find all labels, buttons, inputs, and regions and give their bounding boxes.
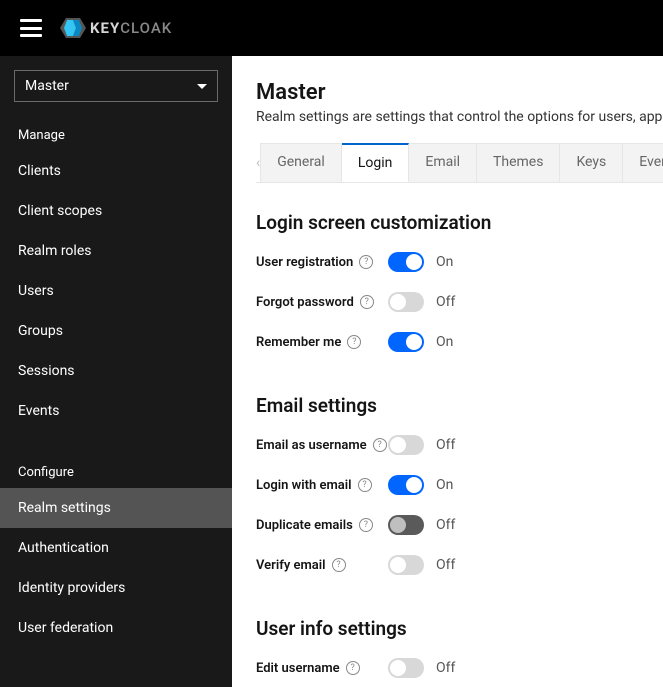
sidebar-item[interactable]: Users bbox=[0, 271, 232, 311]
toggle-switch[interactable] bbox=[388, 332, 424, 352]
toggle-state-text: Off bbox=[436, 557, 455, 573]
tabs: ‹ GeneralLoginEmailThemesKeysEvents bbox=[256, 143, 663, 183]
toggle-state-text: On bbox=[436, 334, 453, 350]
settings-row: Email as username? Off bbox=[256, 435, 655, 455]
toggle-wrap: On bbox=[388, 332, 453, 352]
toggle-switch bbox=[388, 515, 424, 535]
toggle-wrap: Off bbox=[388, 555, 455, 575]
app-root: KEYCLOAK Master ManageClientsClient scop… bbox=[0, 0, 663, 687]
settings-row: Remember me? On bbox=[256, 332, 655, 352]
settings-row-label: Forgot password? bbox=[256, 295, 388, 310]
sidebar-item[interactable]: Realm roles bbox=[0, 231, 232, 271]
section-title: User info settings bbox=[256, 617, 655, 640]
section-title: Login screen customization bbox=[256, 211, 655, 234]
sidebar-item[interactable]: User federation bbox=[0, 608, 232, 648]
brand-text: KEYCLOAK bbox=[90, 19, 172, 37]
settings-row-label: Email as username? bbox=[256, 438, 388, 453]
tab[interactable]: Email bbox=[409, 143, 477, 182]
keycloak-mark-icon bbox=[60, 17, 86, 39]
hamburger-icon[interactable] bbox=[20, 19, 42, 37]
toggle-switch[interactable] bbox=[388, 475, 424, 495]
settings-row-label: Edit username? bbox=[256, 661, 388, 676]
help-icon[interactable]: ? bbox=[347, 335, 361, 349]
tab[interactable]: Events bbox=[623, 143, 663, 182]
tab[interactable]: General bbox=[260, 143, 342, 182]
settings-section: Login screen customization User registrat… bbox=[256, 211, 655, 352]
help-icon[interactable]: ? bbox=[358, 478, 372, 492]
toggle-state-text: Off bbox=[436, 517, 455, 533]
toggle-knob bbox=[390, 557, 406, 573]
help-icon[interactable]: ? bbox=[359, 518, 373, 532]
sidebar-section-label: Manage bbox=[0, 118, 232, 151]
sidebar-item[interactable]: Groups bbox=[0, 311, 232, 351]
section-title: Email settings bbox=[256, 394, 655, 417]
topbar: KEYCLOAK bbox=[0, 0, 663, 56]
sidebar-item[interactable]: Sessions bbox=[0, 351, 232, 391]
toggle-state-text: Off bbox=[436, 660, 455, 676]
toggle-state-text: Off bbox=[436, 294, 455, 310]
toggle-knob bbox=[390, 294, 406, 310]
help-icon[interactable]: ? bbox=[332, 558, 346, 572]
brand-logo[interactable]: KEYCLOAK bbox=[60, 17, 172, 39]
toggle-knob bbox=[390, 660, 406, 676]
toggle-wrap: Off bbox=[388, 292, 455, 312]
tab-content: Login screen customization User registrat… bbox=[256, 183, 663, 678]
tab[interactable]: Login bbox=[342, 143, 410, 182]
sidebar-item[interactable]: Clients bbox=[0, 151, 232, 191]
settings-row: Edit username? Off bbox=[256, 658, 655, 678]
settings-row-label: Login with email? bbox=[256, 478, 388, 493]
sidebar-item[interactable]: Realm settings bbox=[0, 488, 232, 528]
main: Master Realm settings are settings that … bbox=[232, 56, 663, 687]
toggle-wrap: Off bbox=[388, 435, 455, 455]
sidebar-section-label: Configure bbox=[0, 455, 232, 488]
settings-row: Forgot password? Off bbox=[256, 292, 655, 312]
tab[interactable]: Themes bbox=[477, 143, 560, 182]
toggle-wrap: Off bbox=[388, 515, 455, 535]
toggle-switch[interactable] bbox=[388, 292, 424, 312]
toggle-state-text: Off bbox=[436, 437, 455, 453]
settings-row-label: Remember me? bbox=[256, 335, 388, 350]
page-title: Master bbox=[256, 80, 663, 105]
help-icon[interactable]: ? bbox=[359, 255, 373, 269]
sidebar: Master ManageClientsClient scopesRealm r… bbox=[0, 56, 232, 687]
toggle-knob bbox=[390, 517, 406, 533]
tab[interactable]: Keys bbox=[560, 143, 623, 182]
sidebar-item[interactable]: Authentication bbox=[0, 528, 232, 568]
help-icon[interactable]: ? bbox=[373, 438, 387, 452]
toggle-knob bbox=[406, 334, 422, 350]
toggle-knob bbox=[406, 477, 422, 493]
toggle-switch[interactable] bbox=[388, 252, 424, 272]
settings-row: Duplicate emails? Off bbox=[256, 515, 655, 535]
realm-selected-label: Master bbox=[25, 78, 69, 94]
toggle-state-text: On bbox=[436, 477, 453, 493]
help-icon[interactable]: ? bbox=[360, 295, 374, 309]
settings-row-label: Duplicate emails? bbox=[256, 518, 388, 533]
toggle-wrap: On bbox=[388, 252, 453, 272]
settings-row: Verify email? Off bbox=[256, 555, 655, 575]
settings-row-label: Verify email? bbox=[256, 558, 388, 573]
toggle-wrap: On bbox=[388, 475, 453, 495]
realm-selector[interactable]: Master bbox=[14, 70, 218, 102]
toggle-switch[interactable] bbox=[388, 555, 424, 575]
toggle-switch[interactable] bbox=[388, 435, 424, 455]
help-icon[interactable]: ? bbox=[346, 661, 360, 675]
settings-row: User registration? On bbox=[256, 252, 655, 272]
chevron-down-icon bbox=[197, 84, 207, 89]
toggle-knob bbox=[390, 437, 406, 453]
sidebar-item[interactable]: Identity providers bbox=[0, 568, 232, 608]
sidebar-item[interactable]: Client scopes bbox=[0, 191, 232, 231]
settings-section: User info settings Edit username? Off bbox=[256, 617, 655, 678]
toggle-state-text: On bbox=[436, 254, 453, 270]
toggle-wrap: Off bbox=[388, 658, 455, 678]
settings-row: Login with email? On bbox=[256, 475, 655, 495]
settings-section: Email settings Email as username? Off Login… bbox=[256, 394, 655, 575]
page-subtitle: Realm settings are settings that control… bbox=[256, 109, 663, 125]
toggle-knob bbox=[406, 254, 422, 270]
sidebar-item[interactable]: Events bbox=[0, 391, 232, 431]
body: Master ManageClientsClient scopesRealm r… bbox=[0, 56, 663, 687]
toggle-switch[interactable] bbox=[388, 658, 424, 678]
settings-row-label: User registration? bbox=[256, 255, 388, 270]
